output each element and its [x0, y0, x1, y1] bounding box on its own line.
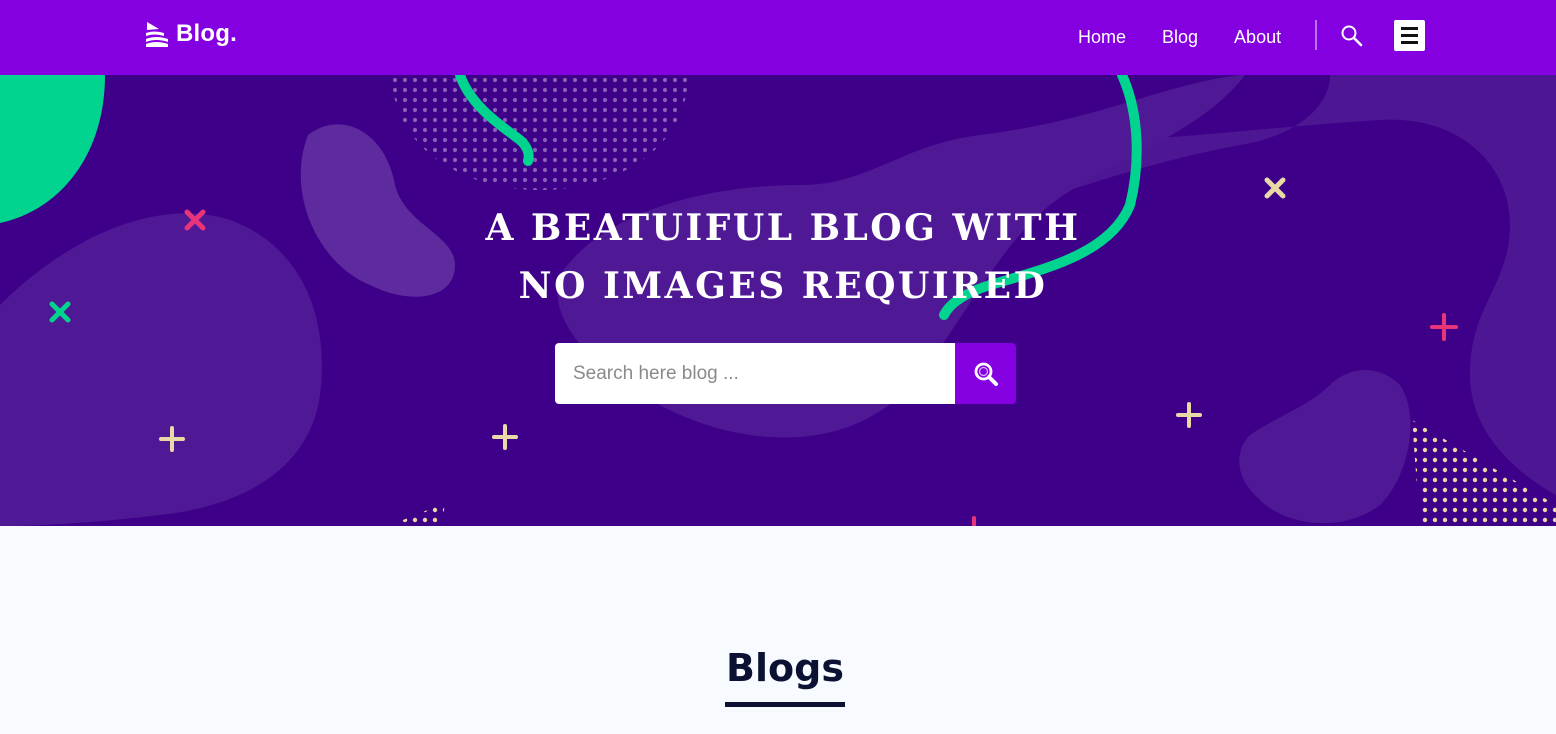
magnifier-icon	[974, 362, 998, 386]
left-blob	[0, 213, 322, 526]
hero-title: A BEATUIFUL BLOG WITH NO IMAGES REQUIRED	[485, 207, 1081, 307]
brand-name: Blog.	[176, 20, 237, 47]
blogs-section: Blogs	[0, 526, 1556, 734]
hero-banner: A BEATUIFUL BLOG WITH NO IMAGES REQUIRED	[0, 75, 1556, 526]
blogs-heading: Blogs	[726, 646, 844, 690]
main-nav: Home Blog About	[1060, 0, 1299, 75]
cream-plus-center	[492, 424, 518, 450]
blog-search-button[interactable]	[955, 343, 1016, 404]
dotted-semicircle	[392, 75, 688, 190]
top-navbar: Blog. Home Blog About	[0, 0, 1556, 75]
nav-link-home[interactable]: Home	[1078, 27, 1126, 48]
cream-plus-right	[1176, 402, 1202, 428]
nav-divider	[1315, 20, 1317, 50]
small-blob	[1239, 370, 1411, 524]
dotted-triangle-bottom	[388, 503, 445, 526]
blog-search-form	[555, 343, 1016, 404]
hamburger-menu-icon	[1401, 27, 1418, 30]
heading-underline	[725, 702, 845, 707]
nav-link-about[interactable]: About	[1234, 27, 1281, 48]
layers-icon	[146, 22, 168, 47]
hamburger-menu-button[interactable]	[1394, 20, 1425, 51]
pink-plus-right	[1430, 313, 1458, 341]
nav-link-blog[interactable]: Blog	[1162, 27, 1198, 48]
blog-search-input[interactable]	[555, 343, 955, 404]
search-icon[interactable]	[1340, 24, 1364, 48]
cream-x-mark	[1264, 177, 1286, 199]
green-circle	[0, 75, 105, 223]
brand-logo[interactable]: Blog.	[144, 18, 237, 50]
